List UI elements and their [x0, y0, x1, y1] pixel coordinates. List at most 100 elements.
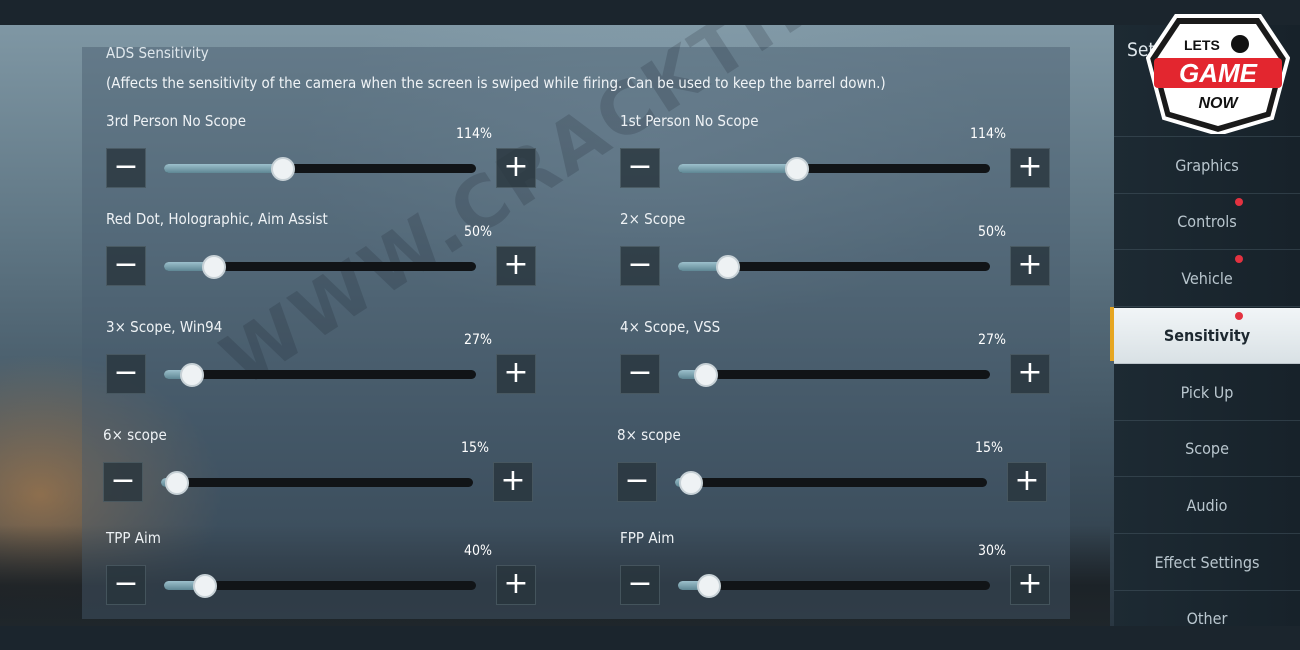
sensitivity-setting: Red Dot, Holographic, Aim Assist 50% − +: [106, 210, 536, 290]
slider-handle[interactable]: [679, 471, 703, 495]
setting-value: 114%: [969, 126, 1006, 142]
increase-button[interactable]: +: [496, 148, 536, 188]
setting-label: 3rd Person No Scope: [106, 112, 247, 130]
setting-label: 8× scope: [617, 426, 681, 444]
notification-dot: [1235, 255, 1243, 264]
increase-button[interactable]: +: [493, 462, 533, 502]
sensitivity-setting: TPP Aim 40% − +: [106, 529, 536, 609]
sidebar-item-label: Vehicle: [1181, 269, 1233, 289]
sensitivity-setting: FPP Aim 30% − +: [620, 529, 1050, 609]
setting-label: 3× Scope, Win94: [106, 318, 223, 336]
setting-label: 1st Person No Scope: [620, 112, 759, 130]
slider-handle[interactable]: [694, 363, 718, 387]
slider-handle[interactable]: [785, 157, 809, 181]
slider-track[interactable]: [164, 363, 476, 387]
sidebar-item-effect-settings[interactable]: Effect Settings: [1114, 535, 1300, 591]
decrease-button[interactable]: −: [103, 462, 143, 502]
decrease-button[interactable]: −: [106, 246, 146, 286]
sidebar-item-audio[interactable]: Audio: [1114, 478, 1300, 534]
notification-dot: [1235, 311, 1243, 320]
sidebar-item-pick-up[interactable]: Pick Up: [1114, 365, 1300, 421]
setting-label: 2× Scope: [620, 210, 686, 228]
slider-track[interactable]: [678, 574, 990, 598]
sidebar-item-label: Effect Settings: [1154, 552, 1260, 572]
setting-label: Red Dot, Holographic, Aim Assist: [106, 210, 328, 228]
sidebar-item-label: Graphics: [1175, 155, 1239, 175]
sidebar-item-vehicle[interactable]: Vehicle: [1114, 251, 1300, 308]
sidebar-item-label: Controls: [1177, 212, 1237, 232]
increase-button[interactable]: +: [496, 565, 536, 605]
lets-game-now-logo: LETS GAME NOW: [1146, 14, 1290, 134]
slider-track[interactable]: [678, 255, 990, 279]
svg-text:GAME: GAME: [1179, 58, 1258, 88]
sidebar-item-label: Audio: [1186, 495, 1228, 515]
sensitivity-setting: 3rd Person No Scope 114% − +: [106, 112, 536, 192]
slider-track[interactable]: [164, 574, 476, 598]
sidebar-item-controls[interactable]: Controls: [1114, 194, 1300, 251]
setting-value: 15%: [461, 440, 489, 456]
svg-text:LETS: LETS: [1184, 37, 1220, 53]
decrease-button[interactable]: −: [106, 354, 146, 394]
ads-sensitivity-title: ADS Sensitivity: [106, 44, 209, 62]
slider-fill: [678, 164, 797, 173]
decrease-button[interactable]: −: [620, 246, 660, 286]
decrease-button[interactable]: −: [106, 565, 146, 605]
slider-fill: [164, 164, 283, 173]
sidebar-item-label: Other: [1186, 609, 1228, 626]
setting-value: 40%: [464, 543, 492, 559]
increase-button[interactable]: +: [1010, 246, 1050, 286]
slider-handle[interactable]: [271, 157, 295, 181]
sidebar-item-label: Scope: [1185, 439, 1229, 459]
setting-label: FPP Aim: [620, 529, 675, 547]
slider-handle[interactable]: [697, 574, 721, 598]
slider-track[interactable]: [164, 157, 476, 181]
decrease-button[interactable]: −: [620, 148, 660, 188]
slider-handle[interactable]: [202, 255, 226, 279]
setting-value: 15%: [975, 440, 1003, 456]
setting-label: TPP Aim: [106, 529, 161, 547]
notification-dot: [1235, 198, 1243, 207]
sensitivity-setting: 8× scope 15% − +: [617, 426, 1047, 506]
sidebar-item-label: Sensitivity: [1163, 325, 1251, 345]
decrease-button[interactable]: −: [620, 565, 660, 605]
ads-sensitivity-description: (Affects the sensitivity of the camera w…: [106, 74, 886, 92]
sidebar-item-label: Pick Up: [1180, 382, 1234, 402]
slider-handle[interactable]: [716, 255, 740, 279]
increase-button[interactable]: +: [496, 246, 536, 286]
setting-value: 114%: [455, 126, 492, 142]
slider-handle[interactable]: [165, 471, 189, 495]
slider-track[interactable]: [161, 471, 473, 495]
decrease-button[interactable]: −: [106, 148, 146, 188]
setting-value: 27%: [464, 332, 492, 348]
slider-handle[interactable]: [180, 363, 204, 387]
increase-button[interactable]: +: [1007, 462, 1047, 502]
sensitivity-setting: 2× Scope 50% − +: [620, 210, 1050, 290]
sidebar-item-sensitivity[interactable]: Sensitivity: [1114, 307, 1300, 364]
sensitivity-setting: 6× scope 15% − +: [103, 426, 533, 506]
sidebar-item-graphics[interactable]: Graphics: [1114, 138, 1300, 194]
sensitivity-setting: 1st Person No Scope 114% − +: [620, 112, 1050, 192]
increase-button[interactable]: +: [496, 354, 536, 394]
slider-track[interactable]: [675, 471, 987, 495]
sensitivity-setting: 4× Scope, VSS 27% − +: [620, 318, 1050, 398]
slider-track[interactable]: [164, 255, 476, 279]
setting-value: 50%: [464, 224, 492, 240]
decrease-button[interactable]: −: [620, 354, 660, 394]
slider-track[interactable]: [678, 157, 990, 181]
slider-track[interactable]: [678, 363, 990, 387]
sidebar-item-other[interactable]: Other: [1114, 591, 1300, 626]
setting-value: 30%: [978, 543, 1006, 559]
increase-button[interactable]: +: [1010, 354, 1050, 394]
setting-label: 6× scope: [103, 426, 167, 444]
sidebar-item-scope[interactable]: Scope: [1114, 421, 1300, 478]
increase-button[interactable]: +: [1010, 148, 1050, 188]
increase-button[interactable]: +: [1010, 565, 1050, 605]
svg-text:NOW: NOW: [1198, 95, 1239, 112]
setting-value: 27%: [978, 332, 1006, 348]
setting-value: 50%: [978, 224, 1006, 240]
decrease-button[interactable]: −: [617, 462, 657, 502]
slider-handle[interactable]: [193, 574, 217, 598]
sensitivity-setting: 3× Scope, Win94 27% − +: [106, 318, 536, 398]
active-tab-indicator: [1110, 307, 1114, 361]
setting-label: 4× Scope, VSS: [620, 318, 721, 336]
